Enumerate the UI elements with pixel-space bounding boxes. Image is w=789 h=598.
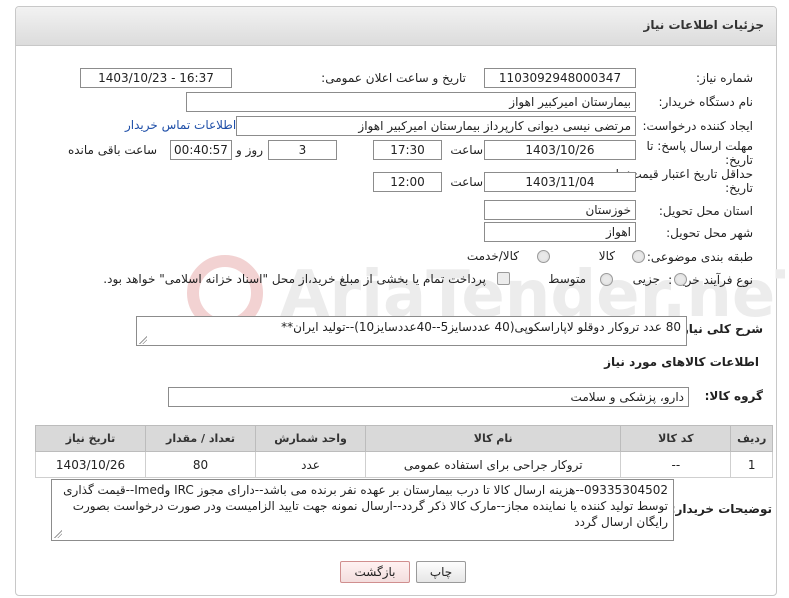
requester-field[interactable]: مرتضی نیسی دیوانی کارپرداز بیمارستان امی…: [236, 116, 636, 136]
validity-time-field[interactable]: 12:00: [373, 172, 442, 192]
panel-header: جزئیات اطلاعات نیاز: [16, 7, 776, 46]
buyer-notes-label: توضیحات خریدار:: [670, 502, 772, 516]
cell-quantity: 80: [145, 451, 257, 478]
validity-label-line2: تاریخ:: [725, 181, 753, 195]
table-header-row: ردیف کد کالا نام کالا واحد شمارش تعداد /…: [34, 425, 773, 452]
col-need-date: تاریخ نیاز: [34, 425, 147, 452]
deadline-date-field[interactable]: 1403/10/26: [484, 140, 636, 160]
process-radio-medium[interactable]: [600, 273, 613, 286]
deadline-label-line1: مهلت ارسال پاسخ: تا: [646, 139, 753, 153]
treasury-payment-checkbox[interactable]: [497, 272, 510, 285]
buyer-notes-text: 09335304502--هزینه ارسال کالا تا درب بیم…: [63, 483, 668, 529]
cell-unit: عدد: [255, 451, 367, 478]
city-field[interactable]: اهواز: [484, 222, 636, 242]
need-number-label: شماره نیاز:: [696, 71, 753, 85]
buyer-org-label: نام دستگاه خریدار:: [658, 95, 754, 109]
remaining-time-label: ساعت باقی مانده: [67, 143, 157, 157]
need-number-field[interactable]: 1103092948000347: [484, 68, 636, 88]
announce-datetime-field[interactable]: 1403/10/23 - 16:37: [80, 68, 232, 88]
description-text: 80 عدد تروکار دوقلو لاپاراسکوپی(40 عددسا…: [281, 320, 681, 334]
validity-time-label: ساعت: [450, 175, 483, 189]
province-field[interactable]: خوزستان: [484, 200, 636, 220]
remaining-time-field[interactable]: 00:40:57: [170, 140, 232, 160]
category-radio-goods-service[interactable]: [537, 250, 550, 263]
days-remaining-field[interactable]: 3: [268, 140, 337, 160]
col-row-number: ردیف: [730, 425, 773, 452]
process-radio-minor[interactable]: [674, 273, 687, 286]
validity-label-line1: حداقل تاریخ اعتبار قیمت: تا: [615, 167, 753, 181]
buyer-notes-textarea[interactable]: 09335304502--هزینه ارسال کالا تا درب بیم…: [51, 479, 674, 541]
province-label: استان محل تحویل:: [658, 204, 753, 218]
col-unit: واحد شمارش: [255, 425, 367, 452]
resize-handle-icon[interactable]: [54, 530, 62, 538]
goods-group-field[interactable]: دارو، پزشکی و سلامت: [168, 387, 689, 407]
deadline-label-line2: تاریخ:: [725, 153, 753, 167]
category-option-goods-service: کالا/خدمت: [466, 249, 519, 263]
category-label: طبقه بندی موضوعی:: [646, 250, 753, 264]
back-button[interactable]: بازگشت: [340, 561, 410, 583]
category-radio-goods[interactable]: [632, 250, 645, 263]
category-option-goods: کالا: [598, 249, 615, 263]
goods-info-title: اطلاعات کالاهای مورد نیاز: [604, 355, 759, 369]
col-quantity: تعداد / مقدار: [145, 425, 257, 452]
announce-label: تاریخ و ساعت اعلان عمومی:: [321, 71, 466, 85]
resize-handle-icon[interactable]: [139, 336, 147, 344]
panel-title: جزئیات اطلاعات نیاز: [643, 18, 764, 32]
process-option-minor: جزیی: [632, 272, 660, 286]
buyer-contact-link[interactable]: اطلاعات تماس خریدار: [125, 118, 236, 132]
process-option-medium: متوسط: [548, 272, 586, 286]
cell-need-date: 1403/10/26: [34, 451, 147, 478]
cell-item-name: تروکار جراحی برای استفاده عمومی: [365, 451, 622, 478]
deadline-time-label: ساعت: [450, 143, 483, 157]
table-row[interactable]: 1 -- تروکار جراحی برای استفاده عمومی عدد…: [34, 451, 773, 478]
city-label: شهر محل تحویل:: [666, 226, 753, 240]
col-item-name: نام کالا: [365, 425, 622, 452]
cell-row-number: 1: [730, 451, 773, 478]
description-label: شرح کلی نیاز:: [677, 322, 763, 336]
days-and-label: روز و: [236, 143, 263, 157]
cell-item-code: --: [620, 451, 732, 478]
goods-group-label: گروه کالا:: [704, 389, 763, 403]
requester-label: ایجاد کننده درخواست:: [642, 119, 753, 133]
print-button[interactable]: چاپ: [416, 561, 466, 583]
validity-date-field[interactable]: 1403/11/04: [484, 172, 636, 192]
treasury-payment-note: پرداخت تمام یا بخشی از مبلغ خرید،از محل …: [103, 272, 486, 286]
goods-table: ردیف کد کالا نام کالا واحد شمارش تعداد /…: [34, 425, 773, 478]
buyer-org-field[interactable]: بیمارستان امیرکبیر اهواز: [186, 92, 636, 112]
description-textarea[interactable]: 80 عدد تروکار دوقلو لاپاراسکوپی(40 عددسا…: [136, 316, 687, 346]
deadline-time-field[interactable]: 17:30: [373, 140, 442, 160]
col-item-code: کد کالا: [620, 425, 732, 452]
